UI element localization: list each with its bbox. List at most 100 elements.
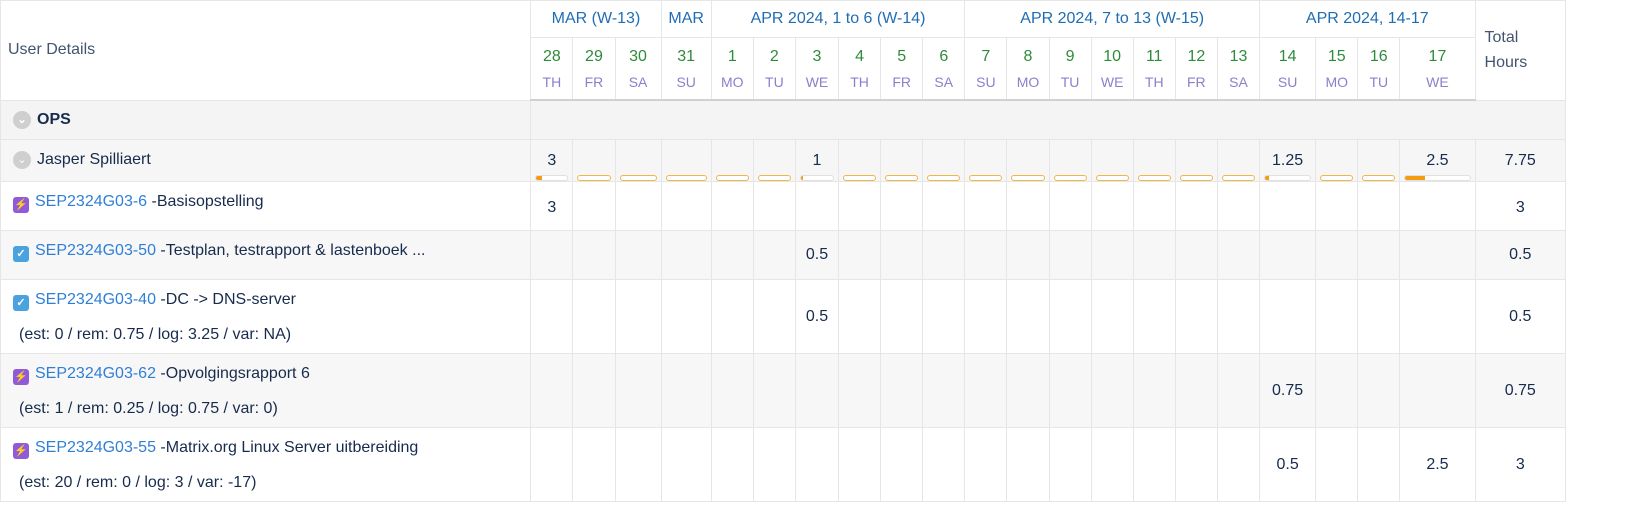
task-day-cell[interactable] — [660, 353, 712, 428]
task-day-cell[interactable] — [838, 279, 882, 354]
task-day-cell[interactable] — [1006, 427, 1050, 502]
user-day-cell[interactable] — [1006, 139, 1050, 182]
task-day-cell[interactable] — [614, 230, 662, 280]
task-day-cell[interactable] — [1090, 427, 1134, 502]
task-day-cell[interactable] — [1174, 181, 1218, 231]
task-day-cell[interactable] — [1259, 279, 1317, 354]
task-day-cell[interactable] — [1216, 279, 1261, 354]
task-day-cell[interactable] — [1006, 230, 1050, 280]
task-day-cell[interactable] — [1174, 230, 1218, 280]
task-day-cell[interactable] — [710, 353, 754, 428]
task-day-cell[interactable]: 0.5 — [1259, 427, 1317, 502]
task-day-cell[interactable] — [752, 353, 796, 428]
task-day-cell[interactable] — [1357, 230, 1401, 280]
task-day-cell[interactable] — [1357, 353, 1401, 428]
user-day-cell[interactable] — [752, 139, 796, 182]
task-day-cell[interactable] — [922, 353, 966, 428]
task-day-cell[interactable] — [1315, 230, 1359, 280]
task-day-cell[interactable] — [1132, 279, 1176, 354]
task-day-cell[interactable] — [794, 353, 840, 428]
task-day-cell[interactable] — [964, 181, 1008, 231]
task-day-cell[interactable] — [614, 181, 662, 231]
task-day-cell[interactable] — [660, 427, 712, 502]
task-day-cell[interactable] — [1315, 427, 1359, 502]
task-day-cell[interactable] — [1132, 427, 1176, 502]
task-day-cell[interactable] — [752, 181, 796, 231]
task-day-cell[interactable] — [572, 230, 616, 280]
task-day-cell[interactable] — [1090, 230, 1134, 280]
user-day-cell[interactable] — [964, 139, 1008, 182]
task-day-cell[interactable] — [1132, 181, 1176, 231]
task-day-cell[interactable] — [922, 279, 966, 354]
task-day-cell[interactable]: 2.5 — [1399, 427, 1476, 502]
task-day-cell[interactable] — [964, 279, 1008, 354]
task-day-cell[interactable] — [1048, 181, 1092, 231]
task-day-cell[interactable] — [1399, 353, 1476, 428]
user-day-cell[interactable] — [572, 139, 616, 182]
task-day-cell[interactable] — [1315, 279, 1359, 354]
task-day-cell[interactable] — [614, 353, 662, 428]
task-day-cell[interactable] — [922, 427, 966, 502]
task-day-cell[interactable] — [1315, 353, 1359, 428]
task-day-cell[interactable] — [710, 427, 754, 502]
user-day-cell[interactable] — [1216, 139, 1261, 182]
task-day-cell[interactable] — [838, 353, 882, 428]
user-day-cell[interactable]: 1 — [794, 139, 840, 182]
task-day-cell[interactable] — [838, 427, 882, 502]
task-day-cell[interactable] — [1048, 279, 1092, 354]
task-day-cell[interactable] — [614, 427, 662, 502]
task-day-cell[interactable] — [1399, 279, 1476, 354]
task-day-cell[interactable] — [530, 230, 574, 280]
task-day-cell[interactable] — [1132, 230, 1176, 280]
task-day-cell[interactable] — [1315, 181, 1359, 231]
task-day-cell[interactable] — [530, 427, 574, 502]
task-day-cell[interactable] — [1048, 427, 1092, 502]
task-day-cell[interactable]: 3 — [530, 181, 574, 231]
task-day-cell[interactable] — [1174, 353, 1218, 428]
task-day-cell[interactable] — [752, 279, 796, 354]
task-day-cell[interactable] — [1174, 279, 1218, 354]
task-day-cell[interactable] — [572, 279, 616, 354]
task-day-cell[interactable] — [880, 230, 924, 280]
task-day-cell[interactable] — [710, 279, 754, 354]
task-day-cell[interactable] — [1399, 230, 1476, 280]
task-day-cell[interactable] — [1216, 181, 1261, 231]
task-day-cell[interactable] — [1132, 353, 1176, 428]
task-day-cell[interactable] — [880, 353, 924, 428]
user-day-cell[interactable]: 3 — [530, 139, 574, 182]
task-day-cell[interactable]: 0.5 — [794, 279, 840, 354]
task-day-cell[interactable] — [964, 230, 1008, 280]
task-day-cell[interactable] — [838, 230, 882, 280]
task-day-cell[interactable] — [530, 279, 574, 354]
user-day-cell[interactable] — [922, 139, 966, 182]
user-day-cell[interactable]: 1.25 — [1259, 139, 1317, 182]
user-day-cell[interactable] — [660, 139, 712, 182]
task-day-cell[interactable] — [1357, 181, 1401, 231]
user-day-cell[interactable] — [838, 139, 882, 182]
task-day-cell[interactable] — [1174, 427, 1218, 502]
task-day-cell[interactable] — [1090, 181, 1134, 231]
user-day-cell[interactable] — [1315, 139, 1359, 182]
user-day-cell[interactable] — [1048, 139, 1092, 182]
task-day-cell[interactable] — [1006, 353, 1050, 428]
task-day-cell[interactable] — [752, 230, 796, 280]
chevron-down-icon[interactable]: ⌄ — [13, 151, 31, 170]
task-day-cell[interactable] — [880, 279, 924, 354]
task-day-cell[interactable] — [1006, 181, 1050, 231]
task-day-cell[interactable] — [1006, 279, 1050, 354]
user-day-cell[interactable]: 2.5 — [1399, 139, 1476, 182]
task-day-cell[interactable] — [1048, 230, 1092, 280]
task-day-cell[interactable] — [660, 230, 712, 280]
user-day-cell[interactable] — [1132, 139, 1176, 182]
task-day-cell[interactable] — [660, 181, 712, 231]
task-day-cell[interactable] — [572, 353, 616, 428]
task-day-cell[interactable] — [572, 427, 616, 502]
task-day-cell[interactable] — [1259, 181, 1317, 231]
task-day-cell[interactable] — [1216, 230, 1261, 280]
user-day-cell[interactable] — [880, 139, 924, 182]
task-day-cell[interactable] — [880, 181, 924, 231]
task-day-cell[interactable] — [794, 427, 840, 502]
issue-key-link[interactable]: SEP2324G03-50 — [35, 242, 156, 259]
task-day-cell[interactable] — [710, 230, 754, 280]
chevron-down-icon[interactable]: ⌄ — [13, 110, 31, 129]
